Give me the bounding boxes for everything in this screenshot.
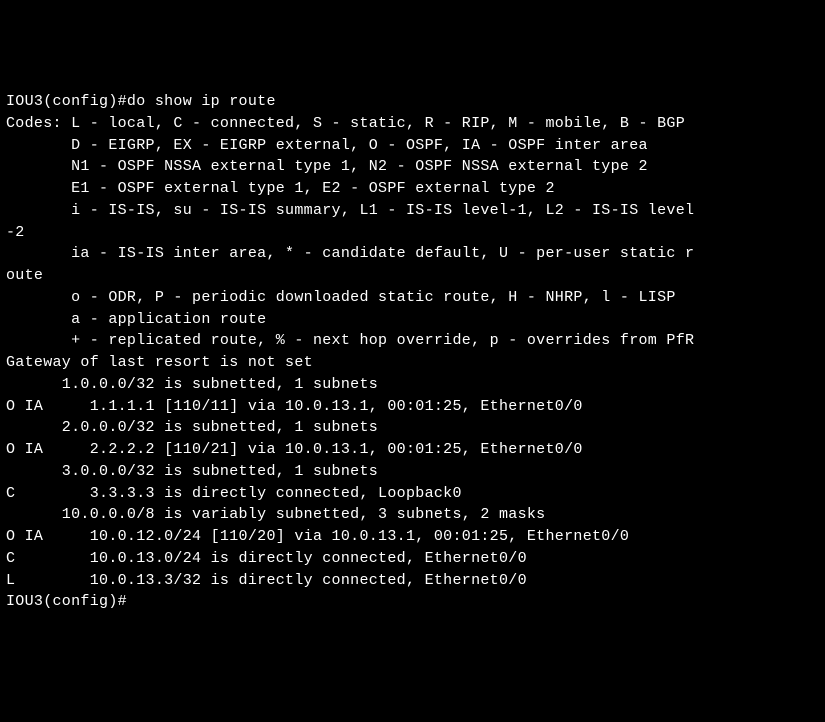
terminal-line: O IA 2.2.2.2 [110/21] via 10.0.13.1, 00:… xyxy=(6,439,819,461)
terminal-line: a - application route xyxy=(6,309,819,331)
terminal-line: O IA 1.1.1.1 [110/11] via 10.0.13.1, 00:… xyxy=(6,396,819,418)
terminal-line: oute xyxy=(6,265,819,287)
terminal-line: 3.0.0.0/32 is subnetted, 1 subnets xyxy=(6,461,819,483)
terminal-line: 2.0.0.0/32 is subnetted, 1 subnets xyxy=(6,417,819,439)
terminal-line: -2 xyxy=(6,222,819,244)
terminal-line: O IA 10.0.12.0/24 [110/20] via 10.0.13.1… xyxy=(6,526,819,548)
terminal-line: C 3.3.3.3 is directly connected, Loopbac… xyxy=(6,483,819,505)
terminal-line: C 10.0.13.0/24 is directly connected, Et… xyxy=(6,548,819,570)
terminal-line: N1 - OSPF NSSA external type 1, N2 - OSP… xyxy=(6,156,819,178)
terminal-prompt: IOU3(config)# xyxy=(6,591,819,613)
terminal-output[interactable]: IOU3(config)#do show ip routeCodes: L - … xyxy=(6,91,819,613)
terminal-line: D - EIGRP, EX - EIGRP external, O - OSPF… xyxy=(6,135,819,157)
terminal-line: 10.0.0.0/8 is variably subnetted, 3 subn… xyxy=(6,504,819,526)
terminal-line: o - ODR, P - periodic downloaded static … xyxy=(6,287,819,309)
terminal-line: E1 - OSPF external type 1, E2 - OSPF ext… xyxy=(6,178,819,200)
terminal-line: Gateway of last resort is not set xyxy=(6,352,819,374)
terminal-line: IOU3(config)#do show ip route xyxy=(6,91,819,113)
terminal-line: Codes: L - local, C - connected, S - sta… xyxy=(6,113,819,135)
terminal-line: + - replicated route, % - next hop overr… xyxy=(6,330,819,352)
terminal-line: 1.0.0.0/32 is subnetted, 1 subnets xyxy=(6,374,819,396)
terminal-line: i - IS-IS, su - IS-IS summary, L1 - IS-I… xyxy=(6,200,819,222)
terminal-line: L 10.0.13.3/32 is directly connected, Et… xyxy=(6,570,819,592)
terminal-line: ia - IS-IS inter area, * - candidate def… xyxy=(6,243,819,265)
